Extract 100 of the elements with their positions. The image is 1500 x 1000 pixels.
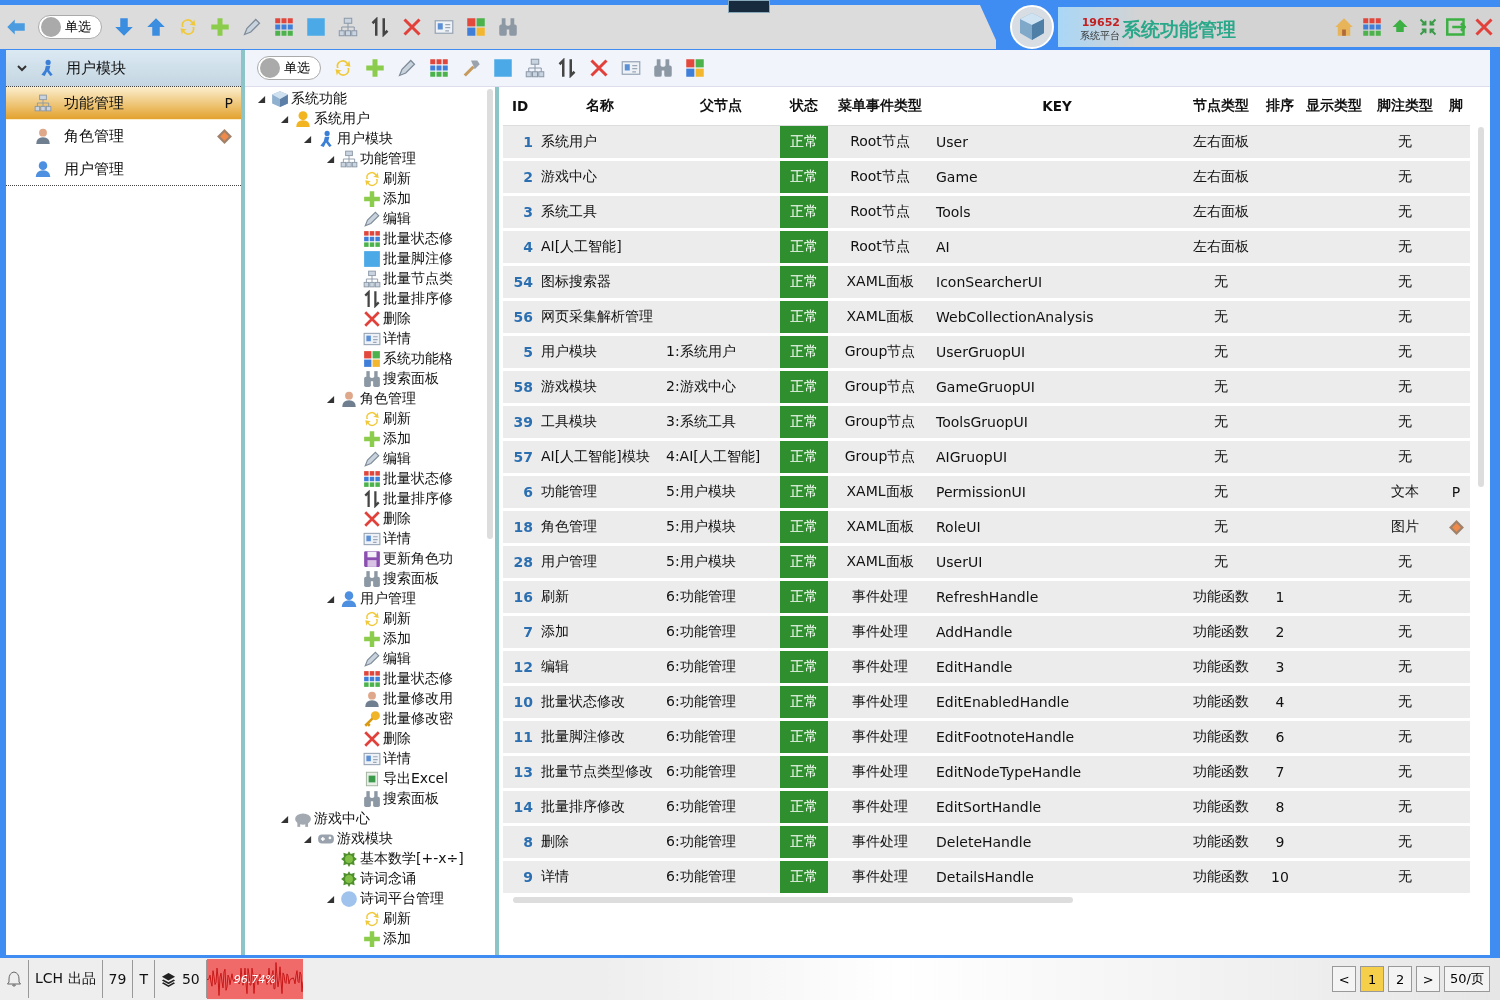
expand-arrow-icon[interactable] xyxy=(325,894,335,904)
column-header[interactable]: 脚 xyxy=(1442,97,1470,115)
square-icon[interactable] xyxy=(493,58,513,78)
tree-item[interactable]: 搜索面板 xyxy=(383,370,439,388)
hierarchy-icon[interactable] xyxy=(525,58,545,78)
tree-item[interactable]: 游戏中心 xyxy=(314,810,370,828)
tree-item[interactable]: 批量节点类 xyxy=(383,270,453,288)
tree-item[interactable]: 批量状态修 xyxy=(383,230,453,248)
page-button[interactable]: < xyxy=(1332,966,1357,992)
tree-item[interactable]: 刷新 xyxy=(383,610,411,628)
page-button[interactable]: > xyxy=(1416,966,1441,992)
tree-item[interactable]: 批量状态修 xyxy=(383,470,453,488)
column-header[interactable]: 脚注类型 xyxy=(1368,97,1442,115)
tree-item[interactable]: 删除 xyxy=(383,510,411,528)
delete-icon[interactable] xyxy=(589,58,609,78)
tree-item[interactable]: 诗词念诵 xyxy=(360,870,416,888)
refresh-icon[interactable] xyxy=(333,58,353,78)
column-header[interactable]: KEY xyxy=(932,98,1182,114)
id-card-icon[interactable] xyxy=(621,58,641,78)
scroll-bar[interactable] xyxy=(513,897,1073,903)
tree-item[interactable]: 刷新 xyxy=(383,910,411,928)
column-header[interactable]: 父节点 xyxy=(662,97,780,115)
tree-item[interactable]: 批量修改密 xyxy=(383,710,453,728)
column-header[interactable]: ID xyxy=(503,98,537,114)
tree-item[interactable]: 详情 xyxy=(383,530,411,548)
tree-item[interactable]: 用户管理 xyxy=(360,590,416,608)
tree-item[interactable]: 用户模块 xyxy=(337,130,393,148)
tree-item[interactable]: 批量修改用 xyxy=(383,690,453,708)
tree-item[interactable]: 添加 xyxy=(383,630,411,648)
sort-icon[interactable] xyxy=(557,58,577,78)
column-header[interactable]: 排序 xyxy=(1260,97,1300,115)
menu-handle[interactable] xyxy=(728,0,770,13)
tree-item[interactable]: 搜索面板 xyxy=(383,570,439,588)
sidebar-item[interactable]: 功能管理 P xyxy=(6,87,241,120)
grid-icon[interactable] xyxy=(1362,17,1382,37)
column-header[interactable]: 名称 xyxy=(537,97,662,115)
tree-item[interactable]: 批量排序修 xyxy=(383,490,453,508)
grid-icon[interactable] xyxy=(429,58,449,78)
page-button[interactable]: 1 xyxy=(1360,966,1385,992)
tree-item[interactable]: 系统用户 xyxy=(314,110,370,128)
module-header[interactable]: 用户模块 xyxy=(6,50,241,87)
expand-arrow-icon[interactable] xyxy=(256,94,266,104)
tree-item[interactable]: 详情 xyxy=(383,750,411,768)
tree-item[interactable]: 编辑 xyxy=(383,450,411,468)
column-header[interactable]: 菜单事件类型 xyxy=(828,97,932,115)
expand-arrow-icon[interactable] xyxy=(279,814,289,824)
close-icon[interactable] xyxy=(1474,17,1494,37)
tree-item[interactable]: 更新角色功 xyxy=(383,550,453,568)
expand-arrow-icon[interactable] xyxy=(302,134,312,144)
scroll-bar[interactable] xyxy=(487,89,493,539)
expand-arrow-icon[interactable] xyxy=(325,394,335,404)
scroll-bar[interactable] xyxy=(1478,127,1484,487)
expand-arrow-icon[interactable] xyxy=(279,114,289,124)
tree-item[interactable]: 添加 xyxy=(383,930,411,948)
column-header[interactable]: 状态 xyxy=(780,97,828,115)
exit-icon[interactable] xyxy=(1446,17,1466,37)
tree-item[interactable]: 导出Excel xyxy=(383,770,449,788)
down-arrow-icon[interactable] xyxy=(114,17,134,37)
binoculars-icon[interactable] xyxy=(653,58,673,78)
toggle-switch[interactable]: 单选 xyxy=(38,15,102,39)
hammer-icon[interactable] xyxy=(461,58,481,78)
grid-icon[interactable] xyxy=(274,17,294,37)
page-button[interactable]: 50/页 xyxy=(1444,966,1490,992)
column-header[interactable]: 节点类型 xyxy=(1182,97,1260,115)
tree-item[interactable]: 添加 xyxy=(383,430,411,448)
pen-icon[interactable] xyxy=(397,58,417,78)
sidebar-item[interactable]: 角色管理 xyxy=(6,120,241,153)
home-icon[interactable] xyxy=(1334,17,1354,37)
tree-item[interactable]: 编辑 xyxy=(383,650,411,668)
tree-item[interactable]: 批量排序修 xyxy=(383,290,453,308)
back-arrow-icon[interactable] xyxy=(6,17,26,37)
tree-item[interactable]: 详情 xyxy=(383,330,411,348)
hierarchy-icon[interactable] xyxy=(338,17,358,37)
tiles-icon[interactable] xyxy=(685,58,705,78)
tree-item[interactable]: 诗词平台管理 xyxy=(360,890,444,908)
tree-item[interactable]: 编辑 xyxy=(383,210,411,228)
delete-icon[interactable] xyxy=(402,17,422,37)
id-card-icon[interactable] xyxy=(434,17,454,37)
tree-item[interactable]: 批量状态修 xyxy=(383,670,453,688)
expand-arrow-icon[interactable] xyxy=(325,154,335,164)
sort-icon[interactable] xyxy=(370,17,390,37)
pen-icon[interactable] xyxy=(242,17,262,37)
tiles-icon[interactable] xyxy=(466,17,486,37)
tree-item[interactable]: 系统功能格 xyxy=(383,350,453,368)
tree-item[interactable]: 刷新 xyxy=(383,170,411,188)
tree-item[interactable]: 角色管理 xyxy=(360,390,416,408)
binoculars-icon[interactable] xyxy=(498,17,518,37)
tree-item[interactable]: 系统功能 xyxy=(291,90,347,108)
tree-item[interactable]: 刷新 xyxy=(383,410,411,428)
expand-arrow-icon[interactable] xyxy=(302,834,312,844)
up-arrow-icon[interactable] xyxy=(146,17,166,37)
tree-item[interactable]: 添加 xyxy=(383,190,411,208)
tree-item[interactable]: 基本数学[+-x÷] xyxy=(360,850,464,868)
tree-item[interactable]: 删除 xyxy=(383,730,411,748)
tree-item[interactable]: 功能管理 xyxy=(360,150,416,168)
toggle-switch[interactable]: 单选 xyxy=(257,56,321,80)
tree-item[interactable]: 批量脚注修 xyxy=(383,250,453,268)
expand-arrow-icon[interactable] xyxy=(325,594,335,604)
tree-item[interactable]: 删除 xyxy=(383,310,411,328)
page-button[interactable]: 2 xyxy=(1388,966,1413,992)
